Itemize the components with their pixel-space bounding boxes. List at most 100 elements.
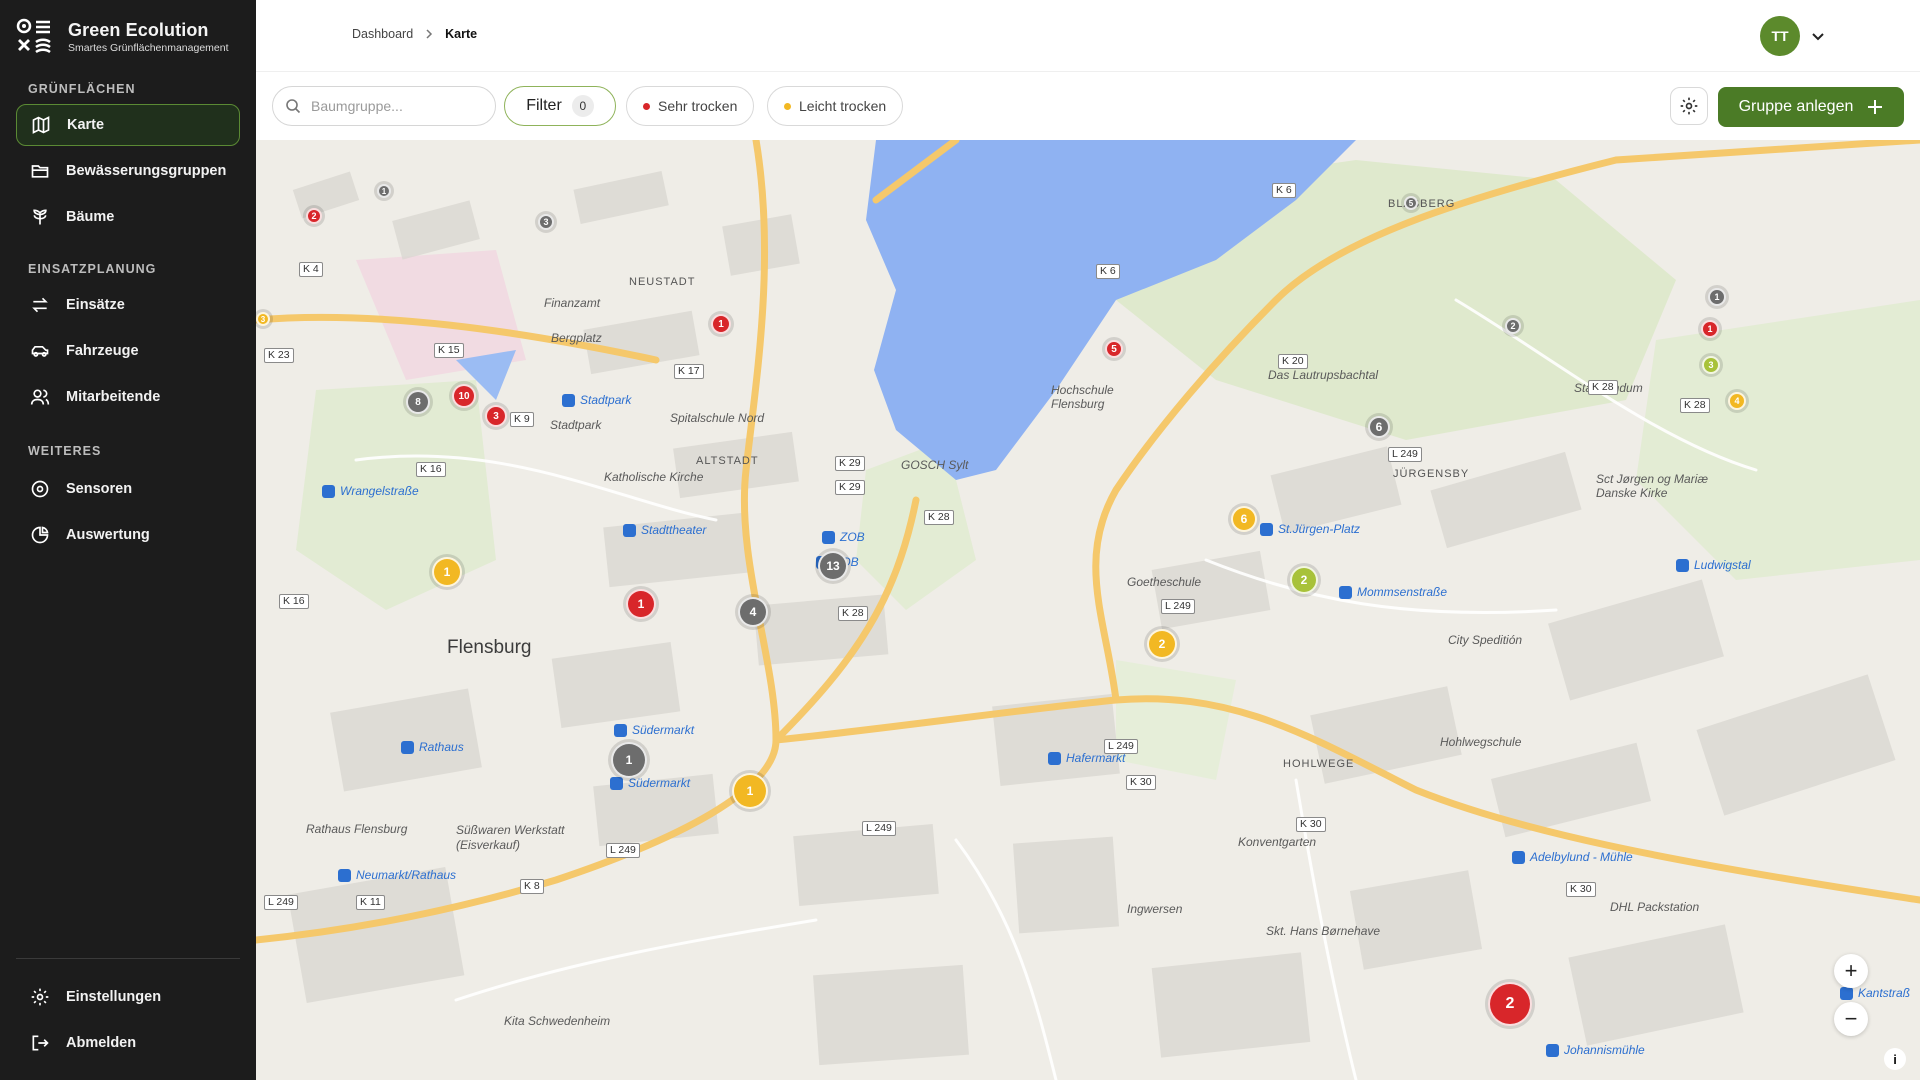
cluster-marker[interactable]: 2 (1290, 566, 1318, 594)
cluster-marker[interactable]: 2 (306, 208, 322, 224)
cluster-marker[interactable]: 1 (711, 314, 731, 334)
chevron-right-icon (426, 29, 433, 39)
create-group-button[interactable]: Gruppe anlegen (1718, 87, 1904, 127)
cluster-marker[interactable]: 1 (611, 742, 647, 778)
zoom-out-button[interactable]: − (1834, 1002, 1868, 1036)
transit-label-neumarkt[interactable]: Neumarkt/Rathaus (338, 868, 456, 882)
cluster-marker[interactable]: 2 (1147, 629, 1177, 659)
cluster-marker[interactable]: 2 (1505, 318, 1521, 334)
attribution-info-icon[interactable]: i (1884, 1048, 1906, 1070)
cluster-marker[interactable]: 13 (818, 551, 848, 581)
filter-button[interactable]: Filter 0 (504, 86, 616, 126)
transit-label-suedermarkt[interactable]: Südermarkt (614, 723, 694, 737)
poi-label-gosch: GOSCH Sylt (901, 458, 969, 472)
brand-subtitle: Smartes Grünflächenmanagement (68, 42, 229, 54)
sidebar-item-sensoren[interactable]: Sensoren (16, 468, 240, 510)
create-group-label: Gruppe anlegen (1738, 98, 1854, 115)
sidebar-item-auswertung[interactable]: Auswertung (16, 514, 240, 556)
search-input[interactable] (311, 98, 481, 114)
cluster-marker[interactable]: 5 (1105, 340, 1123, 358)
cluster-marker-selected[interactable]: 2 (1488, 982, 1532, 1026)
map-toolbar: Filter 0 Sehr trocken Leicht trocken Gru… (256, 72, 1920, 140)
pie-chart-icon (31, 526, 49, 544)
map-canvas[interactable]: Flensburg HOHLWEGE JÜRGENSBY BLASBERG AL… (256, 140, 1920, 1080)
cluster-marker[interactable]: 6 (1231, 506, 1257, 532)
transit-label-stadttheater[interactable]: Stadttheater (623, 523, 706, 537)
chip-sehr-trocken[interactable]: Sehr trocken (626, 86, 755, 126)
brand[interactable]: Green Ecolution Smartes Grünflächenmanag… (16, 18, 229, 56)
users-icon (30, 389, 50, 405)
road-shield: K 11 (356, 895, 385, 910)
cluster-marker[interactable]: 1 (377, 184, 391, 198)
cluster-marker[interactable]: 3 (538, 214, 554, 230)
poi-label-kita: Kita Schwedenheim (504, 1014, 611, 1028)
search-icon (286, 99, 301, 114)
road-shield: K 6 (1272, 183, 1296, 198)
transit-label-suedermarkt-2[interactable]: Südermarkt (610, 776, 690, 790)
transit-label-mommsenstrasse[interactable]: Mommsenstraße (1339, 585, 1447, 599)
transit-label-kantstrasse[interactable]: Kantstraß (1840, 986, 1910, 1000)
chevron-down-icon[interactable] (1810, 28, 1826, 44)
cluster-marker[interactable]: 3 (485, 405, 507, 427)
poi-label-hochschule: Hochschule Flensburg (1051, 383, 1114, 411)
road-shield: K 23 (264, 348, 294, 363)
sidebar-item-bewaesserungsgruppen[interactable]: Bewässerungsgruppen (16, 150, 240, 192)
transit-label-ludwigstal[interactable]: Ludwigstal (1676, 558, 1751, 572)
poi-label-lautrupsbachtal: Das Lautrupsbachtal (1268, 368, 1379, 382)
transit-label-rathaus[interactable]: Rathaus (401, 740, 464, 754)
cluster-marker[interactable]: 1 (1701, 320, 1719, 338)
cluster-marker[interactable]: 4 (1728, 392, 1746, 410)
sidebar-divider (16, 958, 240, 959)
cluster-marker[interactable]: 1 (732, 773, 768, 809)
top-header: Dashboard Karte TT (256, 0, 1920, 72)
transit-label-wrangelstrasse[interactable]: Wrangelstraße (322, 484, 419, 498)
avatar[interactable]: TT (1760, 16, 1800, 56)
sidebar-item-einstellungen[interactable]: Einstellungen (16, 976, 240, 1018)
road-shield: K 4 (299, 262, 323, 277)
sidebar-item-label: Einstellungen (66, 989, 162, 1005)
cluster-marker[interactable]: 3 (1702, 356, 1720, 374)
sidebar-item-fahrzeuge[interactable]: Fahrzeuge (16, 330, 240, 372)
cluster-marker[interactable]: 1 (626, 589, 656, 619)
cluster-marker[interactable]: 1 (432, 557, 462, 587)
transit-label-johannismuehle[interactable]: Johannismühle (1546, 1043, 1645, 1057)
cluster-marker[interactable]: 6 (1368, 416, 1390, 438)
sidebar-item-label: Bewässerungsgruppen (66, 163, 227, 179)
gear-icon (31, 988, 49, 1006)
cluster-marker[interactable]: 3 (256, 312, 270, 326)
cluster-marker[interactable]: 5 (1404, 196, 1418, 210)
sidebar-item-baeume[interactable]: Bäume (16, 196, 240, 238)
sidebar-item-karte[interactable]: Karte (16, 104, 240, 146)
cluster-marker[interactable]: 8 (406, 390, 430, 414)
poi-label-ingwersen: Ingwersen (1127, 902, 1183, 916)
sidebar-item-mitarbeitende[interactable]: Mitarbeitende (16, 376, 240, 418)
cluster-marker[interactable]: 10 (452, 384, 476, 408)
road-shield: K 16 (416, 462, 446, 477)
sidebar-item-einsaetze[interactable]: Einsätze (16, 284, 240, 326)
zoom-in-button[interactable]: + (1834, 954, 1868, 988)
status-dot-red (643, 102, 650, 110)
cluster-marker[interactable]: 4 (738, 597, 768, 627)
poi-label-dhl: DHL Packstation (1610, 900, 1700, 914)
poi-label-hans-boernehave: Skt. Hans Børnehave (1266, 924, 1381, 938)
sidebar-item-label: Sensoren (66, 481, 133, 497)
chip-leicht-trocken[interactable]: Leicht trocken (767, 86, 904, 126)
transit-label-st-juergen-platz[interactable]: St.Jürgen-Platz (1260, 522, 1360, 536)
section-label-einsatzplanung: EINSATZPLANUNG (28, 262, 157, 276)
place-label-blasberg: BLASBERG (1388, 198, 1456, 210)
transit-label-adelbylund[interactable]: Adelbylund - Mühle (1512, 850, 1633, 864)
road-shield: L 249 (1104, 739, 1138, 754)
breadcrumb-dashboard[interactable]: Dashboard (352, 27, 413, 41)
map-settings-button[interactable] (1670, 87, 1708, 125)
transit-label-stadtpark[interactable]: Stadtpark (562, 393, 631, 407)
transit-label-zob[interactable]: ZOB (822, 530, 865, 544)
sidebar-item-abmelden[interactable]: Abmelden (16, 1022, 240, 1064)
poi-label-spitalschule: Spitalschule Nord (670, 411, 765, 425)
breadcrumb: Dashboard Karte (352, 27, 477, 41)
cluster-marker[interactable]: 1 (1708, 288, 1726, 306)
place-label-neustadt: NEUSTADT (629, 276, 696, 288)
poi-label-goetheschule: Goetheschule (1127, 575, 1202, 589)
status-dot-yellow (784, 102, 791, 110)
road-shield: K 20 (1278, 354, 1308, 369)
sidebar-item-label: Auswertung (66, 527, 150, 543)
